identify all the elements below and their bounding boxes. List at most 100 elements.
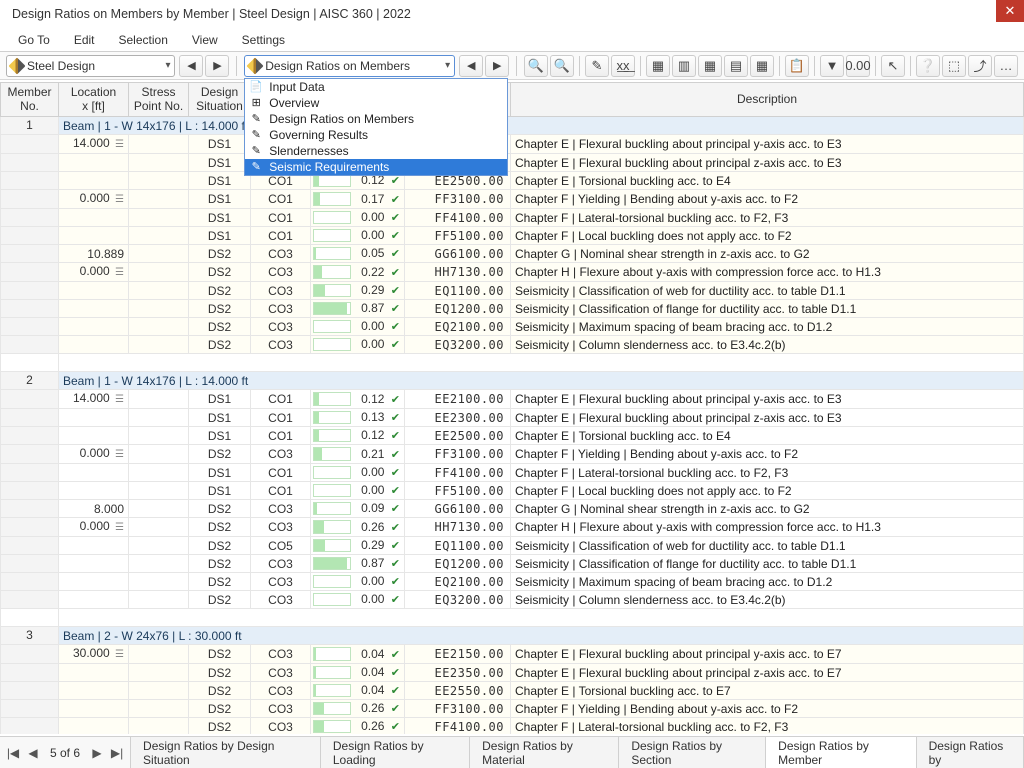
table-row[interactable]: 8.000 DS2 CO3 0.09 ✔ GG6100.00 Chapter G… [1, 500, 1024, 518]
pager-first-button[interactable]: |◀ [4, 746, 22, 760]
group-header-row[interactable]: 2Beam | 1 - W 14x176 | L : 14.000 ft [1, 372, 1024, 390]
combo1-prev-button[interactable]: ◀ [179, 55, 203, 77]
tab-design-ratios-by-loading[interactable]: Design Ratios by Loading [321, 737, 470, 768]
th-location[interactable]: Locationx [ft] [59, 83, 129, 117]
toolbar-button-16[interactable]: … [994, 55, 1018, 77]
table-row[interactable]: DS1 CO1 0.00 ✔ FF5100.00 Chapter F | Loc… [1, 482, 1024, 500]
toolbar-button-14[interactable]: ⬚ [942, 55, 966, 77]
toolbar-button-7[interactable]: ▤ [724, 55, 748, 77]
check-ok-icon: ✔ [388, 721, 400, 733]
dd-item-overview[interactable]: ⊞Overview [245, 95, 507, 111]
close-button[interactable]: ✕ [996, 0, 1024, 22]
table-row[interactable]: DS2 CO3 0.04 ✔ EE2550.00 Chapter E | Tor… [1, 682, 1024, 700]
table-row[interactable]: DS1 CO1 0.13 ✔ EE2300.00 Chapter E | Fle… [1, 154, 1024, 172]
check-ok-icon: ✔ [388, 485, 400, 497]
toolbar-button-9[interactable]: 📋 [785, 55, 809, 77]
tab-design-ratios-by-material[interactable]: Design Ratios by Material [470, 737, 619, 768]
toolbar-button-12[interactable]: ↖ [881, 55, 905, 77]
toolbar-button-15[interactable]: ⤴ [968, 55, 992, 77]
ratio-bar [313, 302, 351, 315]
result-table-combo[interactable]: Design Ratios on Members ▾ 📄Input Data⊞O… [244, 55, 455, 77]
pager-prev-button[interactable]: ◀ [24, 746, 42, 760]
check-ok-icon: ✔ [388, 667, 400, 679]
combo2-next-button[interactable]: ▶ [485, 55, 509, 77]
table-row[interactable]: DS2 CO3 0.87 ✔ EQ1200.00 Seismicity | Cl… [1, 555, 1024, 573]
table-row[interactable]: 0.000 ☰ DS2 CO3 0.21 ✔ FF3100.00 Chapter… [1, 445, 1024, 464]
tab-design-ratios-by-section[interactable]: Design Ratios by Section [619, 737, 766, 768]
th-member[interactable]: MemberNo. [1, 83, 59, 117]
table-row[interactable]: DS2 CO3 0.00 ✔ EQ3200.00 Seismicity | Co… [1, 336, 1024, 354]
toolbar-button-5[interactable]: ▥ [672, 55, 696, 77]
table-row[interactable]: DS2 CO3 0.00 ✔ EQ2100.00 Seismicity | Ma… [1, 318, 1024, 336]
check-ok-icon: ✔ [388, 285, 400, 297]
results-table[interactable]: MemberNo. Locationx [ft] StressPoint No.… [0, 82, 1024, 734]
table-row[interactable]: 30.000 ☰ DS2 CO3 0.04 ✔ EE2150.00 Chapte… [1, 645, 1024, 664]
combo1-next-button[interactable]: ▶ [205, 55, 229, 77]
table-row[interactable]: 0.000 ☰ DS1 CO1 0.17 ✔ FF3100.00 Chapter… [1, 190, 1024, 209]
table-row[interactable]: DS2 CO3 0.29 ✔ EQ1100.00 Seismicity | Cl… [1, 282, 1024, 300]
menu-view[interactable]: View [182, 30, 228, 50]
table-row[interactable]: DS1 CO1 0.00 ✔ FF4100.00 Chapter F | Lat… [1, 464, 1024, 482]
table-row[interactable]: DS2 CO3 0.00 ✔ EQ2100.00 Seismicity | Ma… [1, 573, 1024, 591]
menu-settings[interactable]: Settings [232, 30, 295, 50]
check-ok-icon: ✔ [388, 175, 400, 187]
tab-design-ratios-by[interactable]: Design Ratios by [917, 737, 1024, 768]
toolbar-button-13[interactable]: ❔ [916, 55, 940, 77]
ratio-bar [313, 484, 351, 497]
table-row[interactable]: DS2 CO3 0.00 ✔ EQ3200.00 Seismicity | Co… [1, 591, 1024, 609]
table-row[interactable]: DS2 CO3 0.26 ✔ FF3100.00 Chapter F | Yie… [1, 700, 1024, 718]
th-design-situation[interactable]: DesignSituation [189, 83, 251, 117]
table-row[interactable]: 0.000 ☰ DS2 CO3 0.26 ✔ HH7130.00 Chapter… [1, 518, 1024, 537]
menu-selection[interactable]: Selection [109, 30, 178, 50]
window-title: Design Ratios on Members by Member | Ste… [12, 7, 411, 21]
pager-last-button[interactable]: ▶| [108, 746, 126, 760]
toolbar-icon: ✎ [592, 58, 603, 74]
table-row[interactable]: DS2 CO3 0.04 ✔ EE2350.00 Chapter E | Fle… [1, 664, 1024, 682]
check-ok-icon: ✔ [388, 540, 400, 552]
toolbar-button-8[interactable]: ▦ [750, 55, 774, 77]
group-header-row[interactable]: 1Beam | 1 - W 14x176 | L : 14.000 ft [1, 117, 1024, 135]
table-row[interactable]: 10.889 DS2 CO3 0.05 ✔ GG6100.00 Chapter … [1, 245, 1024, 263]
dd-item-governing-results[interactable]: ✎Governing Results [245, 127, 507, 143]
pager-next-button[interactable]: ▶ [88, 746, 106, 760]
table-row[interactable]: 14.000 ☰ DS1 CO1 0.12 ✔ EE2100.00 Chapte… [1, 390, 1024, 409]
table-row[interactable]: DS1 CO1 0.00 ✔ FF5100.00 Chapter F | Loc… [1, 227, 1024, 245]
table-row[interactable]: DS2 CO3 0.87 ✔ EQ1200.00 Seismicity | Cl… [1, 300, 1024, 318]
toolbar-button-11[interactable]: 0.00 [846, 55, 870, 77]
toolbar: Steel Design ▾ ◀ ▶ Design Ratios on Memb… [0, 52, 1024, 80]
toolbar-icon: 📋 [789, 58, 805, 74]
table-row[interactable]: DS1 CO1 0.00 ✔ FF4100.00 Chapter F | Lat… [1, 209, 1024, 227]
toolbar-button-0[interactable]: 🔍 [524, 55, 548, 77]
tab-design-ratios-by-member[interactable]: Design Ratios by Member [766, 737, 916, 768]
table-row[interactable]: DS2 CO5 0.29 ✔ EQ1100.00 Seismicity | Cl… [1, 537, 1024, 555]
th-description[interactable]: Description [511, 83, 1024, 117]
check-ok-icon: ✔ [388, 449, 400, 461]
design-module-combo[interactable]: Steel Design ▾ [6, 55, 175, 77]
dd-item-seismic-requirements[interactable]: ✎Seismic Requirements [245, 159, 507, 175]
group-header-row[interactable]: 3Beam | 2 - W 24x76 | L : 30.000 ft [1, 627, 1024, 645]
extreme-icon: ☰ [113, 394, 124, 405]
toolbar-button-6[interactable]: ▦ [698, 55, 722, 77]
menu-go-to[interactable]: Go To [8, 30, 60, 50]
th-stress-point[interactable]: StressPoint No. [129, 83, 189, 117]
dd-item-input-data[interactable]: 📄Input Data [245, 79, 507, 95]
table-row[interactable]: 0.000 ☰ DS2 CO3 0.22 ✔ HH7130.00 Chapter… [1, 263, 1024, 282]
table-row[interactable]: DS1 CO1 0.12 ✔ EE2500.00 Chapter E | Tor… [1, 172, 1024, 190]
toolbar-button-1[interactable]: 🔍 [550, 55, 574, 77]
results-table-wrap: MemberNo. Locationx [ft] StressPoint No.… [0, 82, 1024, 734]
table-row[interactable]: DS1 CO1 0.12 ✔ EE2500.00 Chapter E | Tor… [1, 427, 1024, 445]
table-row[interactable]: DS2 CO3 0.26 ✔ FF4100.00 Chapter F | Lat… [1, 718, 1024, 735]
menu-edit[interactable]: Edit [64, 30, 105, 50]
combo2-prev-button[interactable]: ◀ [459, 55, 483, 77]
table-row[interactable]: 14.000 ☰ DS1 CO1 0.12 ✔ EE2100.00 Chapte… [1, 135, 1024, 154]
dd-item-slendernesses[interactable]: ✎Slendernesses [245, 143, 507, 159]
check-ok-icon: ✔ [388, 230, 400, 242]
tab-design-ratios-by-design-situation[interactable]: Design Ratios by Design Situation [131, 737, 321, 768]
table-row[interactable]: DS1 CO1 0.13 ✔ EE2300.00 Chapter E | Fle… [1, 409, 1024, 427]
toolbar-button-2[interactable]: ✎ [585, 55, 609, 77]
separator [814, 56, 815, 76]
toolbar-button-10[interactable]: ▼ [820, 55, 844, 77]
dd-item-design-ratios-on-members[interactable]: ✎Design Ratios on Members [245, 111, 507, 127]
toolbar-button-3[interactable]: x͟x͟ [611, 55, 635, 77]
toolbar-button-4[interactable]: ▦ [646, 55, 670, 77]
